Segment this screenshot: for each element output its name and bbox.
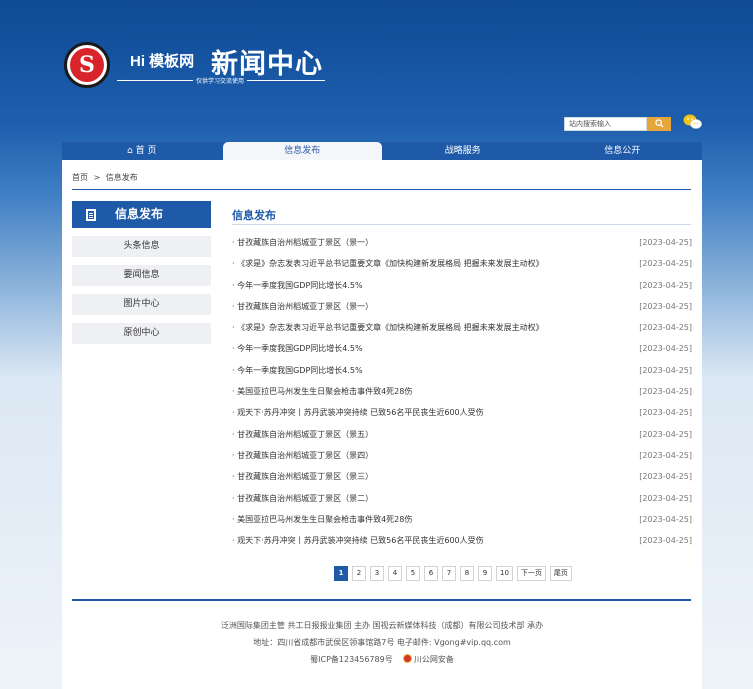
news-title-link[interactable]: · 今年一季度我国GDP同比增长4.5%: [232, 364, 363, 378]
wechat-icon[interactable]: [683, 114, 703, 130]
news-title-link[interactable]: · 观天下·苏丹冲突丨苏丹武装冲突持续 已致56名平民丧生近600人受伤: [232, 534, 484, 548]
page-button[interactable]: 7: [442, 566, 456, 581]
news-title-link[interactable]: · 甘孜藏族自治州稻城亚丁景区（景四）: [232, 449, 373, 463]
news-title-link[interactable]: · 甘孜藏族自治州稻城亚丁景区（景一）: [232, 300, 373, 314]
police-badge-icon: [402, 654, 412, 663]
search-input[interactable]: 站内搜索输入: [564, 117, 647, 131]
list-item: · 美国亚拉巴马州发生生日聚会枪击事件致4死28伤 [2023-04-25]: [232, 385, 692, 406]
page-title: 新闻中心: [211, 49, 323, 80]
breadcrumb-current[interactable]: 信息发布: [106, 173, 138, 182]
sidebar-item-news[interactable]: 要闻信息: [72, 265, 211, 286]
news-title-link[interactable]: · 今年一季度我国GDP同比增长4.5%: [232, 279, 363, 293]
news-date: [2023-04-25]: [639, 536, 692, 546]
page-button[interactable]: 5: [406, 566, 420, 581]
news-title-link[interactable]: · 观天下·苏丹冲突丨苏丹武装冲突持续 已致56名平民丧生近600人受伤: [232, 406, 484, 420]
divider: [117, 80, 193, 81]
divider: [72, 599, 691, 601]
nav-home-label: 首 页: [135, 146, 157, 156]
nav-home[interactable]: ⌂ 首 页: [62, 142, 222, 160]
nav-info-release[interactable]: 信息发布: [222, 142, 382, 160]
page-button[interactable]: 8: [460, 566, 474, 581]
list-item: · 甘孜藏族自治州稻城亚丁景区（景五） [2023-04-25]: [232, 428, 692, 449]
police-record-link[interactable]: 川公网安备: [414, 655, 454, 664]
news-date: [2023-04-25]: [639, 514, 692, 524]
footer-organizers: 泛洲国际集团主管 共工日报报业集团 主办 国视云新媒体科技（成都）有限公司技术部…: [220, 621, 544, 630]
footer-records: 蜀ICP备123456789号 川公网安备: [62, 654, 702, 665]
news-date: [2023-04-25]: [639, 344, 692, 354]
list-item: · 今年一季度我国GDP同比增长4.5% [2023-04-25]: [232, 342, 692, 363]
list-item: · 甘孜藏族自治州稻城亚丁景区（景一） [2023-04-25]: [232, 300, 692, 321]
list-item: · 今年一季度我国GDP同比增长4.5% [2023-04-25]: [232, 279, 692, 300]
page-button[interactable]: 9: [478, 566, 492, 581]
page-button[interactable]: 1: [334, 566, 348, 581]
news-date: [2023-04-25]: [639, 301, 692, 311]
content-panel: 首页 > 信息发布 信息发布 头条信息 要闻信息 图片中心 原创中心 信息发布 …: [62, 160, 702, 689]
news-date: [2023-04-25]: [639, 472, 692, 482]
news-title-link[interactable]: · 今年一季度我国GDP同比增长4.5%: [232, 342, 363, 356]
news-title-link[interactable]: · 甘孜藏族自治州稻城亚丁景区（景五）: [232, 428, 373, 442]
list-item: · 《求是》杂志发表习近平总书记重要文章《加快构建新发展格局 把握未来发展主动权…: [232, 321, 692, 342]
page-button[interactable]: 10: [496, 566, 513, 581]
logo-letter: S: [70, 48, 104, 82]
news-date: [2023-04-25]: [639, 280, 692, 290]
document-icon: [86, 209, 96, 221]
news-date: [2023-04-25]: [639, 365, 692, 375]
icp-link[interactable]: 蜀ICP备123456789号: [310, 655, 393, 664]
last-page-button[interactable]: 尾页: [549, 566, 572, 581]
divider: [232, 224, 691, 225]
next-page-button[interactable]: 下一页: [516, 566, 546, 581]
list-item: · 甘孜藏族自治州稻城亚丁景区（景四） [2023-04-25]: [232, 449, 692, 470]
list-item: · 今年一季度我国GDP同比增长4.5% [2023-04-25]: [232, 364, 692, 385]
news-date: [2023-04-25]: [639, 259, 692, 269]
news-date: [2023-04-25]: [639, 493, 692, 503]
list-item: · 《求是》杂志发表习近平总书记重要文章《加快构建新发展格局 把握未来发展主动权…: [232, 257, 692, 278]
news-date: [2023-04-25]: [639, 429, 692, 439]
breadcrumb-separator: >: [93, 173, 101, 182]
news-title-link[interactable]: · 甘孜藏族自治州稻城亚丁景区（景二）: [232, 492, 373, 506]
sidebar-item-headline[interactable]: 头条信息: [72, 236, 211, 257]
news-title-link[interactable]: · 《求是》杂志发表习近平总书记重要文章《加快构建新发展格局 把握未来发展主动权…: [232, 257, 544, 271]
news-date: [2023-04-25]: [639, 450, 692, 460]
search-button[interactable]: [647, 117, 671, 131]
list-item: · 美国亚拉巴马州发生生日聚会枪击事件致4死28伤 [2023-04-25]: [232, 513, 692, 534]
footer-address: 地址：四川省成都市武侯区领事馆路7号 电子邮件: Vgong#vip.qq.co…: [253, 638, 511, 647]
news-date: [2023-04-25]: [639, 387, 692, 397]
pagination: 1 2 3 4 5 6 7 8 9 10 下一页 尾页: [334, 566, 572, 581]
page-button[interactable]: 2: [352, 566, 366, 581]
breadcrumb-home[interactable]: 首页: [72, 173, 88, 182]
news-date: [2023-04-25]: [639, 238, 692, 247]
section-title: 信息发布: [232, 209, 276, 222]
sidebar-title-text: 信息发布: [115, 207, 164, 221]
news-date: [2023-04-25]: [639, 323, 692, 333]
list-item: · 观天下·苏丹冲突丨苏丹武装冲突持续 已致56名平民丧生近600人受伤 [202…: [232, 534, 692, 555]
home-icon: ⌂: [127, 146, 133, 156]
page-button[interactable]: 6: [424, 566, 438, 581]
news-date: [2023-04-25]: [639, 408, 692, 418]
breadcrumb: 首页 > 信息发布: [72, 172, 141, 183]
news-title-link[interactable]: · 《求是》杂志发表习近平总书记重要文章《加快构建新发展格局 把握未来发展主动权…: [232, 321, 544, 335]
divider: [72, 189, 691, 190]
news-title-link[interactable]: · 甘孜藏族自治州稻城亚丁景区（景一）: [232, 236, 373, 250]
page-button[interactable]: 4: [388, 566, 402, 581]
list-item: · 甘孜藏族自治州稻城亚丁景区（景一） [2023-04-25]: [232, 236, 692, 257]
brand-name: Hi 模板网: [130, 53, 195, 70]
list-item: · 甘孜藏族自治州稻城亚丁景区（景二） [2023-04-25]: [232, 492, 692, 513]
sidebar-title: 信息发布: [72, 201, 211, 228]
list-item: · 观天下·苏丹冲突丨苏丹武装冲突持续 已致56名平民丧生近600人受伤 [202…: [232, 406, 692, 427]
news-title-link[interactable]: · 美国亚拉巴马州发生生日聚会枪击事件致4死28伤: [232, 513, 412, 527]
list-item: · 甘孜藏族自治州稻城亚丁景区（景三） [2023-04-25]: [232, 470, 692, 491]
main-nav: ⌂ 首 页 信息发布 战略服务 信息公开: [62, 142, 702, 160]
nav-info-public[interactable]: 信息公开: [543, 142, 703, 160]
search-icon: [654, 119, 664, 128]
nav-strategic-service[interactable]: 战略服务: [383, 142, 543, 160]
news-title-link[interactable]: · 美国亚拉巴马州发生生日聚会枪击事件致4死28伤: [232, 385, 412, 399]
sidebar-item-pictures[interactable]: 图片中心: [72, 294, 211, 315]
page-button[interactable]: 3: [370, 566, 384, 581]
sidebar-item-original[interactable]: 原创中心: [72, 323, 211, 344]
header: S Hi 模板网 仅供学习交流使用 新闻中心 站内搜索输入: [0, 0, 753, 142]
news-title-link[interactable]: · 甘孜藏族自治州稻城亚丁景区（景三）: [232, 470, 373, 484]
news-list: · 甘孜藏族自治州稻城亚丁景区（景一） [2023-04-25] · 《求是》杂志发…: [232, 236, 692, 555]
logo[interactable]: S: [64, 42, 110, 88]
